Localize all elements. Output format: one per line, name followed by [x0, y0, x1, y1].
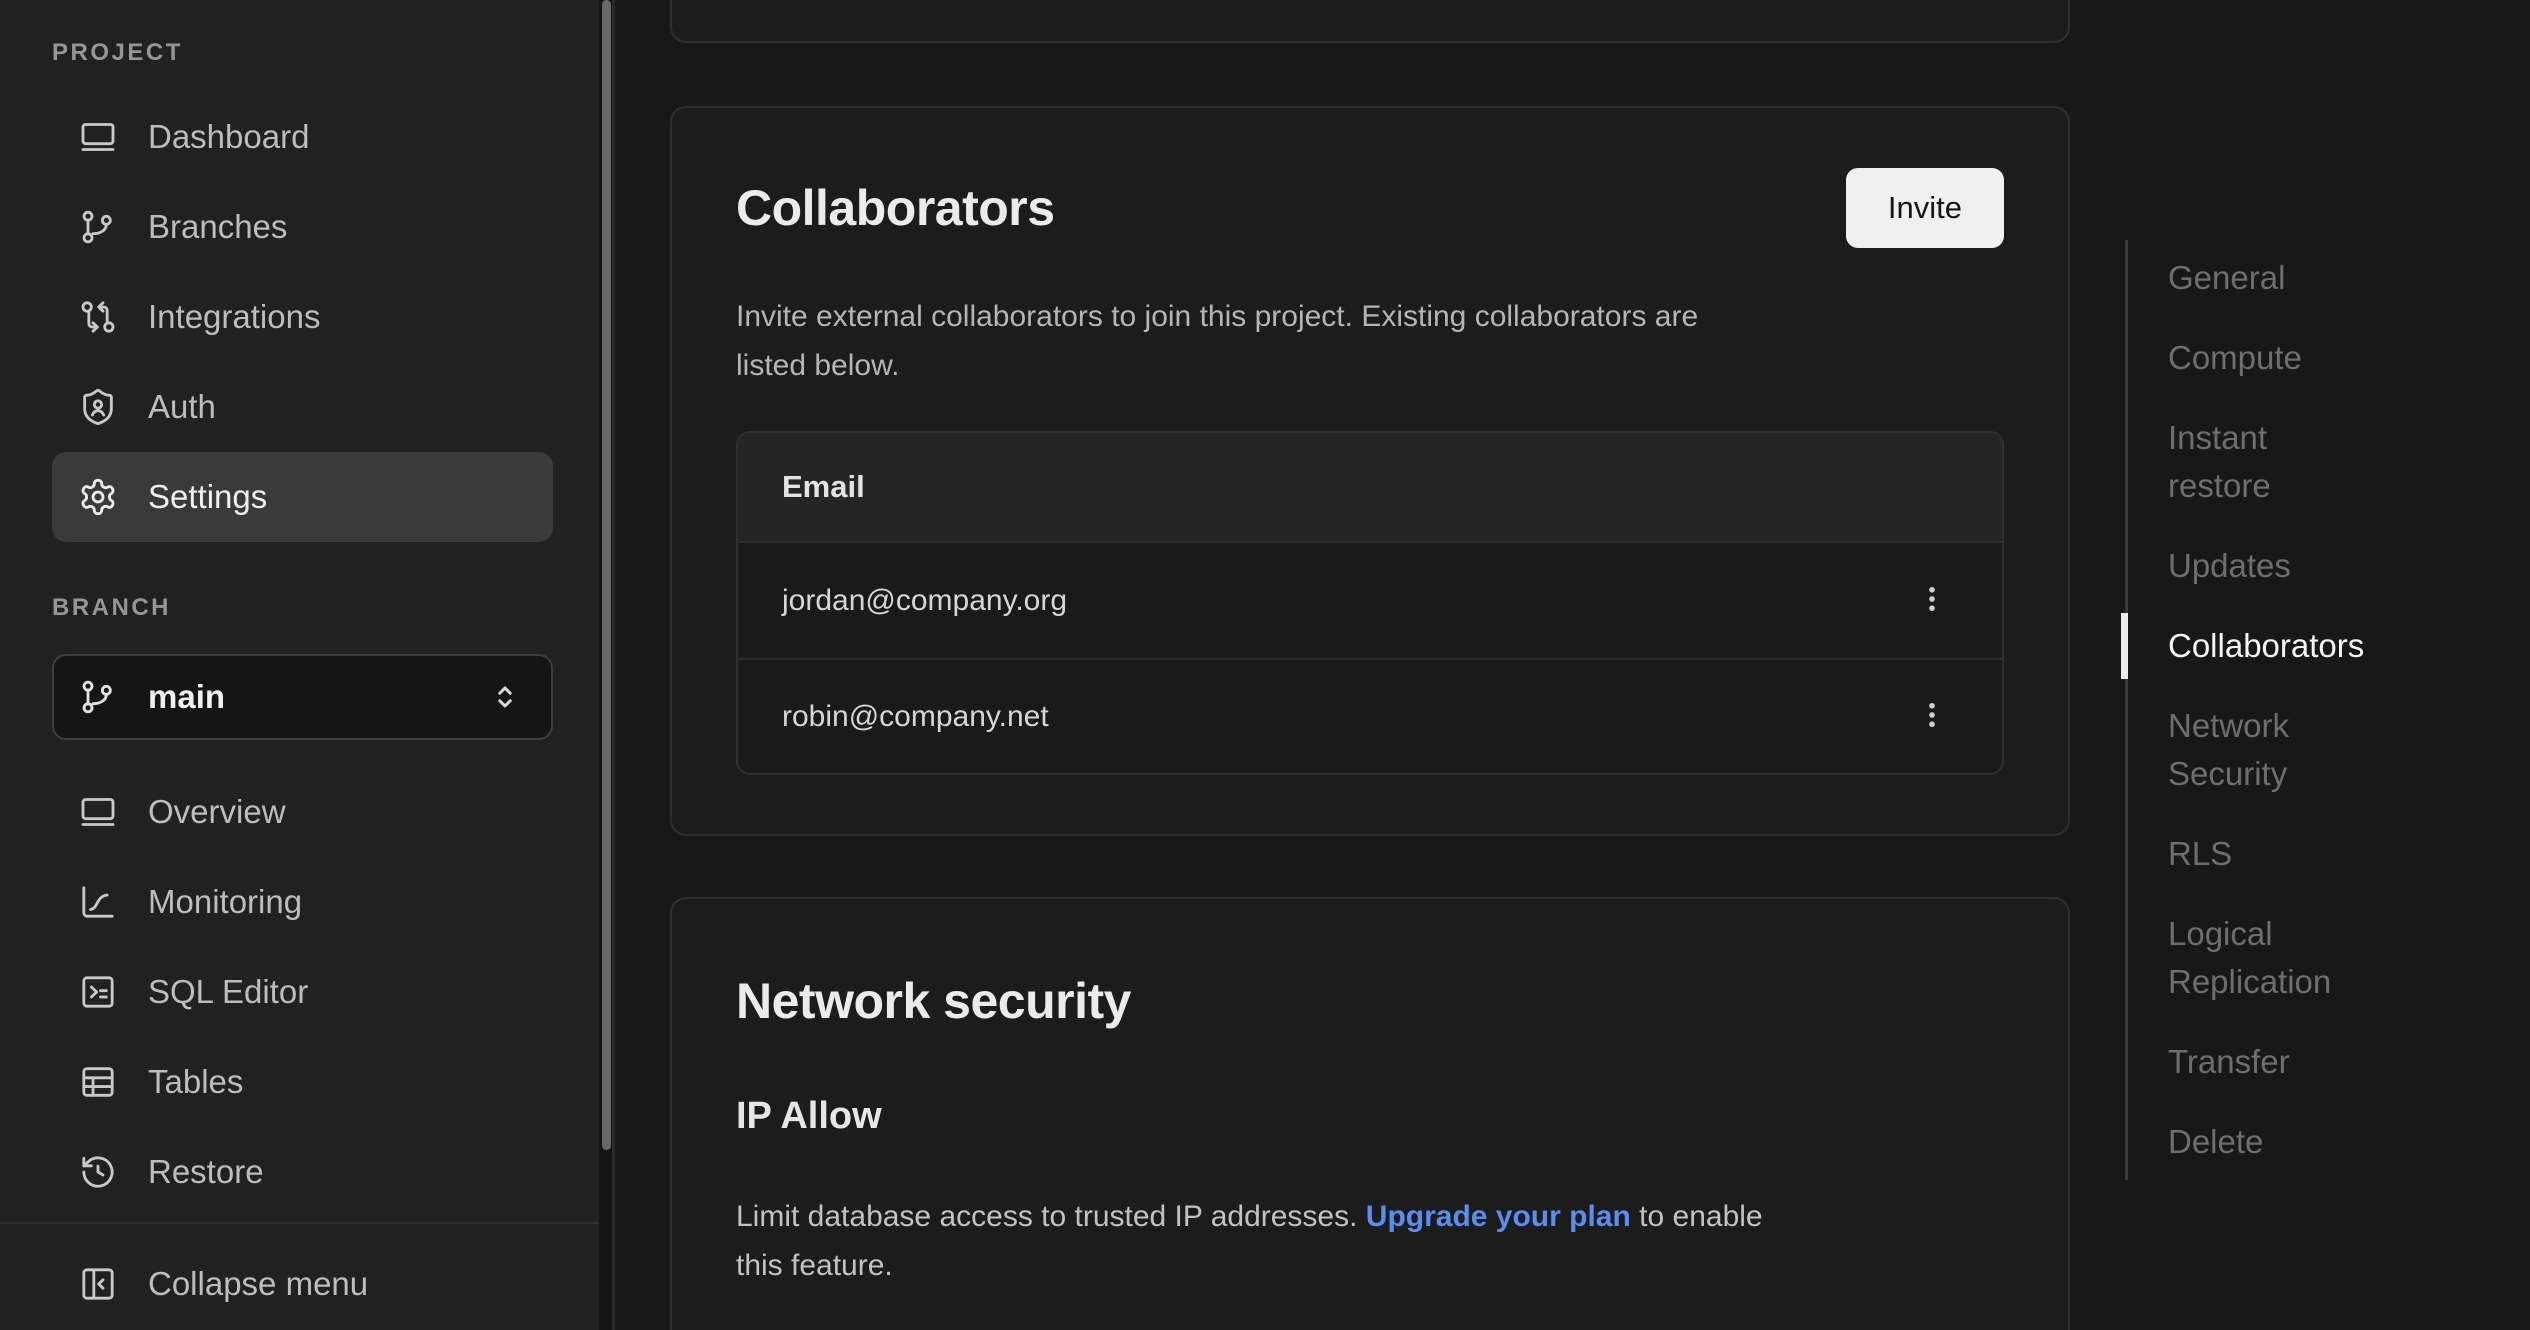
table-header-row: Email [738, 433, 2002, 543]
sidebar-scrollbar-thumb[interactable] [602, 0, 611, 1150]
table-icon [78, 1062, 118, 1102]
terminal-icon [78, 972, 118, 1012]
email-column-header: Email [782, 469, 865, 505]
collaborators-card-header: Collaborators Invite [736, 168, 2004, 248]
settings-nav-transfer[interactable]: Transfer [2168, 1038, 2425, 1086]
git-branch-icon [78, 207, 118, 247]
settings-nav-collaborators[interactable]: Collaborators [2168, 622, 2425, 670]
chart-icon [78, 882, 118, 922]
invite-button[interactable]: Invite [1846, 168, 2004, 248]
sidebar-item-label: Settings [148, 478, 267, 516]
settings-nav-rls[interactable]: RLS [2168, 830, 2425, 878]
git-branch-icon [78, 677, 118, 717]
gear-icon [78, 477, 118, 517]
sidebar-item-label: Tables [148, 1063, 243, 1101]
branch-selector[interactable]: main [52, 654, 553, 740]
sidebar-item-label: SQL Editor [148, 973, 308, 1011]
sidebar-item-branches[interactable]: Branches [52, 182, 553, 272]
network-security-card: Network security IP Allow Limit database… [670, 897, 2070, 1330]
history-icon [78, 1152, 118, 1192]
sidebar-item-auth[interactable]: Auth [52, 362, 553, 452]
upgrade-plan-link[interactable]: Upgrade your plan [1366, 1200, 1631, 1233]
sidebar-item-label: Branches [148, 208, 287, 246]
dashboard-icon [78, 792, 118, 832]
sidebar-item-label: Monitoring [148, 883, 302, 921]
main-content: Collaborators Invite Invite external col… [615, 0, 2530, 1330]
collaborators-table: Email jordan@company.org robin@company.n… [736, 431, 2004, 775]
settings-nav-logical-replication[interactable]: Logical Replication [2168, 910, 2425, 1006]
settings-section-nav: General Compute Instant restore Updates … [2125, 240, 2425, 1180]
sidebar-item-settings[interactable]: Settings [52, 452, 553, 542]
dashboard-icon [78, 117, 118, 157]
branch-nav: Overview Monitoring SQL Editor Tables [52, 767, 615, 1217]
settings-nav-updates[interactable]: Updates [2168, 542, 2425, 590]
ip-allow-title: IP Allow [736, 1091, 2004, 1141]
collaborator-email: robin@company.net [782, 700, 1049, 734]
settings-nav-network-security[interactable]: Network Security [2168, 702, 2425, 798]
shield-user-icon [78, 387, 118, 427]
sidebar-item-tables[interactable]: Tables [52, 1037, 553, 1127]
branch-section-label: BRANCH [52, 593, 615, 623]
panel-left-collapse-icon [78, 1264, 118, 1304]
collaborators-title: Collaborators [736, 179, 1055, 237]
sidebar-scrollbar[interactable] [599, 0, 615, 1330]
chevrons-up-down-icon [487, 677, 527, 717]
app-root: PROJECT Dashboard Branches Integrations [0, 0, 2530, 1330]
collaborators-description: Invite external collaborators to join th… [736, 292, 2004, 390]
sidebar-item-dashboard[interactable]: Dashboard [52, 92, 553, 182]
sidebar-item-label: Auth [148, 388, 216, 426]
sidebar-item-label: Collapse menu [148, 1265, 368, 1303]
table-row: robin@company.net [738, 658, 2002, 773]
kebab-icon [1915, 698, 1949, 735]
previous-card-partial [670, 0, 2070, 43]
row-menu-button[interactable] [1910, 569, 1954, 633]
project-nav: Dashboard Branches Integrations Auth [52, 92, 615, 542]
ip-allow-description: Limit database access to trusted IP addr… [736, 1192, 2004, 1290]
table-row: jordan@company.org [738, 543, 2002, 658]
settings-nav-general[interactable]: General [2168, 254, 2425, 302]
collapse-menu-button[interactable]: Collapse menu [52, 1239, 553, 1329]
settings-nav-delete[interactable]: Delete [2168, 1118, 2425, 1166]
git-compare-icon [78, 297, 118, 337]
branch-selector-value: main [148, 678, 225, 716]
sidebar-item-overview[interactable]: Overview [52, 767, 553, 857]
sidebar-item-integrations[interactable]: Integrations [52, 272, 553, 362]
ip-allow-text-before: Limit database access to trusted IP addr… [736, 1200, 1366, 1233]
sidebar-item-sql-editor[interactable]: SQL Editor [52, 947, 553, 1037]
sidebar-item-label: Dashboard [148, 118, 309, 156]
row-menu-button[interactable] [1910, 685, 1954, 749]
settings-nav-instant-restore[interactable]: Instant restore [2168, 414, 2425, 510]
network-security-title: Network security [736, 971, 2004, 1031]
collaborators-card: Collaborators Invite Invite external col… [670, 106, 2070, 836]
sidebar-item-label: Restore [148, 1153, 264, 1191]
sidebar: PROJECT Dashboard Branches Integrations [0, 0, 615, 1330]
sidebar-item-monitoring[interactable]: Monitoring [52, 857, 553, 947]
sidebar-item-restore[interactable]: Restore [52, 1127, 553, 1217]
kebab-icon [1915, 582, 1949, 619]
sidebar-item-label: Integrations [148, 298, 320, 336]
project-section-label: PROJECT [52, 38, 615, 68]
settings-nav-compute[interactable]: Compute [2168, 334, 2425, 382]
collaborator-email: jordan@company.org [782, 584, 1067, 618]
sidebar-divider [0, 1222, 599, 1224]
sidebar-item-label: Overview [148, 793, 286, 831]
